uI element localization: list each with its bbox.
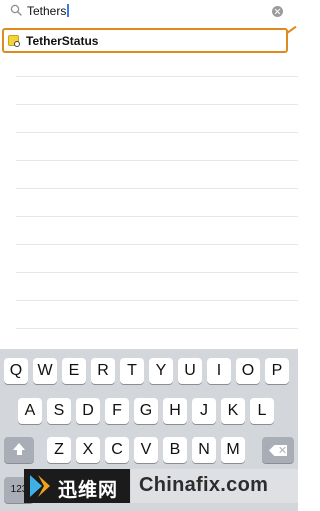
list-separator (16, 104, 298, 105)
list-separator (16, 328, 298, 329)
shift-key[interactable] (4, 437, 34, 463)
clear-icon[interactable] (272, 6, 283, 17)
key-f[interactable]: F (105, 398, 129, 424)
list-separator (16, 132, 298, 133)
key-p[interactable]: P (265, 358, 289, 384)
key-l[interactable]: L (250, 398, 274, 424)
search-result-item[interactable]: TetherStatus (2, 28, 288, 53)
key-i[interactable]: I (207, 358, 231, 384)
chinafix-logo-icon (30, 475, 50, 497)
key-t[interactable]: T (120, 358, 144, 384)
search-input[interactable]: Tethers (27, 3, 69, 19)
key-g[interactable]: G (134, 398, 158, 424)
result-label: TetherStatus (26, 34, 99, 48)
key-r[interactable]: R (91, 358, 115, 384)
key-v[interactable]: V (134, 437, 158, 463)
key-c[interactable]: C (105, 437, 129, 463)
key-e[interactable]: E (62, 358, 86, 384)
list-separator (16, 76, 298, 77)
tether-app-icon (8, 35, 20, 47)
key-x[interactable]: X (76, 437, 100, 463)
key-h[interactable]: H (163, 398, 187, 424)
key-j[interactable]: J (192, 398, 216, 424)
key-o[interactable]: O (236, 358, 260, 384)
key-n[interactable]: N (192, 437, 216, 463)
watermark-en-text: Chinafix.com (139, 474, 269, 496)
key-y[interactable]: Y (149, 358, 173, 384)
watermark-cn-text: 迅维网 (58, 480, 119, 501)
shift-icon (13, 443, 25, 455)
delete-key[interactable] (262, 437, 294, 463)
empty-results-list (0, 53, 298, 349)
text-cursor (67, 4, 69, 17)
search-bar: Tethers (0, 0, 298, 24)
key-w[interactable]: W (33, 358, 57, 384)
key-q[interactable]: Q (4, 358, 28, 384)
highlight-callout-line (286, 25, 297, 34)
list-separator (16, 272, 298, 273)
search-icon (10, 4, 22, 16)
key-u[interactable]: U (178, 358, 202, 384)
key-s[interactable]: S (47, 398, 71, 424)
delete-x-mark (279, 447, 285, 453)
key-b[interactable]: B (163, 437, 187, 463)
search-query: Tethers (27, 4, 67, 18)
key-a[interactable]: A (18, 398, 42, 424)
key-k[interactable]: K (221, 398, 245, 424)
list-separator (16, 300, 298, 301)
list-separator (16, 216, 298, 217)
key-m[interactable]: M (221, 437, 245, 463)
key-d[interactable]: D (76, 398, 100, 424)
key-z[interactable]: Z (47, 437, 71, 463)
list-separator (16, 160, 298, 161)
watermark-text-block: Chinafix.com (131, 469, 298, 503)
watermark-logo-block: 迅维网 (24, 469, 130, 503)
list-separator (16, 188, 298, 189)
list-separator (16, 244, 298, 245)
